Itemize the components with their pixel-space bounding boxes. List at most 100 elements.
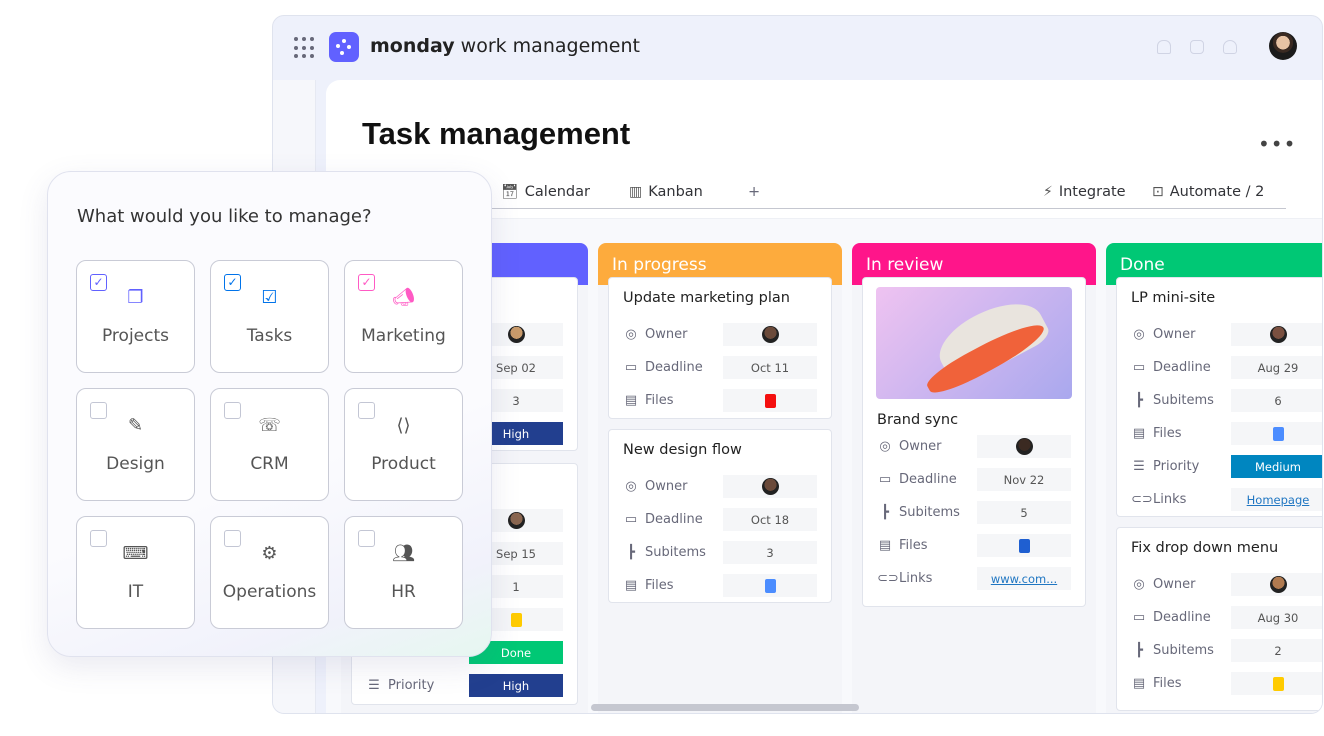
field-value[interactable]	[977, 435, 1071, 458]
option-tile-crm[interactable]: ☏ CRM	[210, 388, 329, 501]
field-value[interactable]	[1231, 323, 1322, 346]
bell-icon[interactable]	[1157, 40, 1171, 54]
calendar-icon: ▭	[624, 360, 638, 375]
field-value[interactable]	[1231, 422, 1322, 445]
field-label: Owner	[645, 479, 688, 494]
laptop-icon: ⌨	[122, 543, 149, 564]
owner-avatar[interactable]	[507, 512, 525, 529]
option-label: CRM	[250, 454, 289, 474]
owner-avatar[interactable]	[761, 478, 779, 495]
field-label: Subitems	[1153, 643, 1214, 658]
field-value[interactable]: Aug 29	[1231, 356, 1322, 379]
brand-name: monday work management	[370, 35, 640, 57]
plus-icon: +	[748, 184, 761, 200]
owner-avatar[interactable]	[1015, 438, 1033, 455]
task-card[interactable]: Update marketing plan ◎ Owner ▭ Deadline Oct …	[608, 277, 832, 419]
task-card[interactable]: New design flow ◎ Owner ▭ Deadline Oct 18 ┣ Sub…	[608, 429, 832, 603]
more-options-button[interactable]: •••	[1258, 132, 1296, 156]
link[interactable]: www.com...	[991, 572, 1057, 586]
card-field-row: ◎ Owner	[623, 323, 817, 346]
task-card[interactable]: Fix drop down menu ◎ Owner ▭ Deadline Aug 30 ┣…	[1116, 527, 1322, 711]
file-icon[interactable]	[1272, 426, 1284, 441]
card-title[interactable]: New design flow	[623, 442, 742, 458]
card-field-row: ▭ Deadline Aug 30	[1131, 606, 1322, 629]
field-label: Owner	[645, 327, 688, 342]
tab-kanban[interactable]: ▥ Kanban	[629, 184, 703, 200]
add-view-button[interactable]: +	[748, 184, 760, 200]
card-field-row: ┣ Subitems 3	[623, 541, 817, 564]
field-value[interactable]: Oct 18	[723, 508, 817, 531]
tab-calendar[interactable]: 📅︎ Calendar	[501, 184, 590, 200]
integrate-button[interactable]: ⚡︎ Integrate	[1043, 184, 1126, 200]
field-value[interactable]	[723, 323, 817, 346]
integrate-icon: ⚡︎	[1043, 184, 1053, 200]
field-value[interactable]	[1231, 672, 1322, 695]
card-title[interactable]: Fix drop down menu	[1131, 540, 1278, 556]
robot-icon: ⊡	[1152, 184, 1164, 200]
owner-avatar[interactable]	[507, 326, 525, 343]
field-label: Subitems	[899, 505, 960, 520]
owner-avatar[interactable]	[1269, 576, 1287, 593]
option-tile-marketing[interactable]: ✓ 📣︎ Marketing	[344, 260, 463, 373]
option-tile-tasks[interactable]: ✓ ☑ Tasks	[210, 260, 329, 373]
card-title[interactable]: LP mini-site	[1131, 290, 1215, 306]
field-value[interactable]	[723, 389, 817, 412]
file-icon[interactable]	[764, 393, 776, 408]
sneaker-image	[876, 287, 1072, 399]
field-value[interactable]: Oct 11	[723, 356, 817, 379]
field-value[interactable]: 6	[1231, 389, 1322, 412]
field-label: Priority	[1153, 459, 1200, 474]
option-tile-it[interactable]: ⌨ IT	[76, 516, 195, 629]
file-icon[interactable]	[764, 578, 776, 593]
option-tile-projects[interactable]: ✓ ❐ Projects	[76, 260, 195, 373]
file-icon[interactable]	[1018, 538, 1030, 553]
field-label: Links	[1153, 492, 1187, 507]
automate-button[interactable]: ⊡ Automate / 2	[1152, 184, 1264, 200]
field-label: Priority	[388, 678, 435, 693]
field-value[interactable]	[1231, 573, 1322, 596]
file-icon[interactable]	[1272, 676, 1284, 691]
field-value[interactable]: 5	[977, 501, 1071, 524]
task-card[interactable]: Brand sync ◎ Owner ▭ Deadline Nov 22 ┣ Subitems…	[862, 277, 1086, 607]
field-value[interactable]: Aug 30	[1231, 606, 1322, 629]
owner-avatar[interactable]	[1269, 326, 1287, 343]
option-tile-product[interactable]: ⟨⟩ Product	[344, 388, 463, 501]
invite-user-icon[interactable]	[1223, 40, 1237, 54]
field-value[interactable]	[723, 475, 817, 498]
task-card[interactable]: LP mini-site ◎ Owner ▭ Deadline Aug 29 ┣ Subite…	[1116, 277, 1322, 517]
card-field-row: ▤ Files	[1131, 422, 1322, 445]
horizontal-scrollbar[interactable]	[591, 704, 859, 711]
field-label: Subitems	[645, 545, 706, 560]
field-value[interactable]: 2	[1231, 639, 1322, 662]
owner-avatar[interactable]	[761, 326, 779, 343]
field-value[interactable]	[977, 534, 1071, 557]
crm-icon: ☏	[258, 415, 281, 436]
calendar-icon: 📅︎	[501, 184, 519, 200]
option-tile-hr[interactable]: 👥︎ HR	[344, 516, 463, 629]
inbox-icon[interactable]	[1190, 40, 1204, 54]
option-tile-operations[interactable]: ⚙ Operations	[210, 516, 329, 629]
card-title[interactable]: Update marketing plan	[623, 290, 790, 306]
owner-icon: ◎	[1133, 577, 1145, 592]
option-label: Marketing	[361, 326, 446, 346]
card-field-row: ▤ Files	[623, 574, 817, 597]
option-tile-design[interactable]: ✎ Design	[76, 388, 195, 501]
link[interactable]: Homepage	[1247, 493, 1310, 507]
field-value[interactable]: Nov 22	[977, 468, 1071, 491]
field-value[interactable]: www.com...	[977, 567, 1071, 590]
field-value[interactable]: Medium	[1231, 455, 1322, 478]
field-value[interactable]: High	[469, 674, 563, 697]
card-field-row: ▤ Files	[623, 389, 817, 412]
card-title[interactable]: Brand sync	[877, 412, 958, 428]
field-label: Deadline	[899, 472, 957, 487]
field-label: Deadline	[645, 512, 703, 527]
file-icon[interactable]	[510, 612, 522, 627]
field-value[interactable]: Homepage	[1231, 488, 1322, 511]
apps-grid-icon[interactable]	[294, 37, 316, 59]
card-field-row: ┣ Subitems 2	[1131, 639, 1322, 662]
option-label: Design	[106, 454, 165, 474]
field-value[interactable]	[723, 574, 817, 597]
field-value[interactable]: 3	[723, 541, 817, 564]
avatar[interactable]	[1269, 32, 1297, 60]
option-label: HR	[391, 582, 416, 602]
